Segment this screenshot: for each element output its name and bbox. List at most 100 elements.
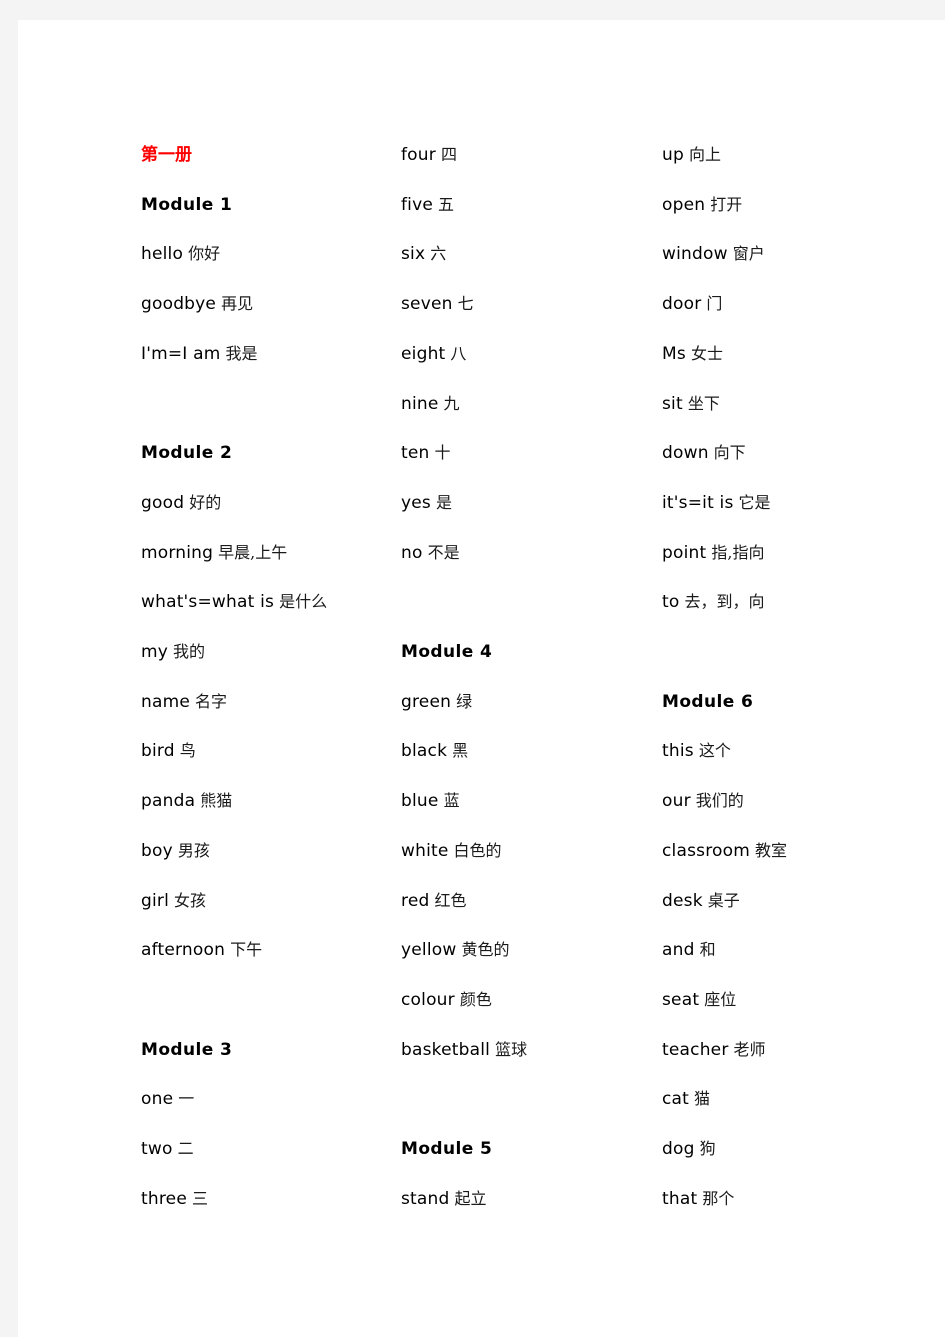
entry-english: that	[662, 1188, 698, 1209]
entry-english: seven	[401, 294, 453, 315]
entry-english: this	[662, 741, 694, 762]
document-title: 第一册	[141, 130, 391, 180]
vocabulary-entry: yes 是	[401, 478, 651, 528]
vocabulary-entry: three 三	[141, 1174, 391, 1224]
vocabulary-entry: two 二	[141, 1124, 391, 1174]
vocabulary-entry: ten 十	[401, 428, 651, 478]
entry-english: good	[141, 492, 185, 513]
entry-chinese: 一	[178, 1089, 195, 1109]
vocabulary-entry: it's=it is 它是	[662, 478, 912, 528]
entry-chinese: 是什么	[279, 592, 328, 612]
vocabulary-entry: goodbye 再见	[141, 279, 391, 329]
entry-chinese: 颜色	[459, 989, 492, 1009]
vocabulary-entry: basketball 篮球	[401, 1025, 651, 1075]
entry-chinese: 男孩	[177, 840, 210, 860]
entry-chinese: 黄色的	[461, 940, 510, 960]
entry-english: no	[401, 542, 423, 563]
entry-english: yes	[401, 492, 431, 513]
entry-chinese: 鸟	[179, 741, 196, 761]
entry-chinese: 二	[177, 1139, 194, 1158]
entry-english: ten	[401, 443, 430, 464]
entry-english: to	[662, 592, 680, 613]
entry-chinese: 好的	[189, 492, 222, 512]
entry-chinese: 蓝	[443, 791, 460, 811]
module-heading-text: Module 5	[401, 1139, 493, 1159]
vocabulary-entry: I'm=I am 我是	[141, 329, 391, 379]
entry-chinese: 早晨,上午	[218, 542, 288, 562]
entry-chinese: 老师	[733, 1039, 766, 1059]
module-heading: Module 4	[401, 627, 651, 677]
entry-chinese: 三	[191, 1188, 208, 1208]
vocabulary-entry: cat 猫	[662, 1074, 912, 1124]
entry-english: dog	[662, 1139, 695, 1159]
entry-english: afternoon	[141, 940, 226, 961]
entry-chinese: 熊猫	[200, 791, 233, 811]
vocabulary-entry: yellow 黄色的	[401, 925, 651, 975]
vocabulary-entry: green 绿	[401, 677, 651, 727]
entry-chinese: 向下	[713, 443, 746, 463]
vocabulary-entry: Ms 女士	[662, 329, 912, 379]
entry-chinese: 门	[706, 294, 723, 314]
entry-english: bird	[141, 741, 175, 762]
module-heading-text: Module 1	[141, 194, 233, 215]
vocabulary-entry: dog 狗	[662, 1124, 912, 1174]
vocabulary-entry: classroom 教室	[662, 826, 912, 876]
module-heading: Module 3	[141, 1025, 391, 1075]
entry-english: goodbye	[141, 294, 217, 315]
entry-chinese: 指,指向	[711, 542, 765, 562]
vocabulary-entry: window 窗户	[662, 229, 912, 279]
entry-chinese: 去，到，向	[684, 592, 765, 612]
entry-chinese: 不是	[427, 542, 460, 562]
entry-chinese: 我是	[225, 343, 258, 363]
vocabulary-entry: blue 蓝	[401, 776, 651, 826]
entry-english: three	[141, 1188, 187, 1209]
entry-chinese: 窗户	[732, 244, 765, 264]
vocabulary-entry: bird 鸟	[141, 726, 391, 776]
entry-chinese: 名字	[195, 691, 228, 711]
entry-chinese: 是	[435, 492, 452, 512]
entry-english: two	[141, 1139, 173, 1159]
vocabulary-entry: colour 颜色	[401, 975, 651, 1025]
vocabulary-entry: door 门	[662, 279, 912, 329]
vocabulary-entry: and 和	[662, 925, 912, 975]
entry-chinese: 篮球	[495, 1039, 528, 1059]
vocabulary-entry: to 去，到，向	[662, 577, 912, 627]
entry-english: five	[401, 194, 434, 215]
vocabulary-entry: teacher 老师	[662, 1025, 912, 1075]
entry-chinese: 起立	[454, 1188, 487, 1208]
entry-chinese: 五	[438, 194, 455, 214]
entry-english: black	[401, 741, 448, 762]
entry-english: classroom	[662, 840, 750, 861]
vocabulary-entry: desk 桌子	[662, 876, 912, 926]
entry-chinese: 四	[440, 145, 457, 164]
vocabulary-entry: morning 早晨,上午	[141, 528, 391, 578]
vocabulary-entry: one 一	[141, 1074, 391, 1124]
entry-english: red	[401, 890, 430, 911]
vocabulary-entry: name 名字	[141, 677, 391, 727]
entry-chinese: 和	[699, 940, 716, 960]
entry-english: basketball	[401, 1039, 491, 1060]
entry-chinese: 猫	[694, 1089, 711, 1109]
entry-chinese: 我们的	[695, 791, 744, 811]
entry-english: one	[141, 1089, 174, 1110]
vocabulary-entry: this 这个	[662, 726, 912, 776]
entry-chinese: 白色的	[453, 840, 502, 860]
entry-english: boy	[141, 840, 173, 861]
entry-english: blue	[401, 791, 439, 812]
vocabulary-entry: my 我的	[141, 627, 391, 677]
vocabulary-entry: girl 女孩	[141, 876, 391, 926]
entry-chinese: 红色	[434, 890, 467, 910]
entry-chinese: 坐下	[687, 393, 720, 413]
vocabulary-entry: black 黑	[401, 726, 651, 776]
entry-chinese: 九	[443, 393, 460, 413]
module-heading: Module 6	[662, 677, 912, 727]
entry-english: desk	[662, 890, 703, 911]
entry-chinese: 我的	[173, 642, 206, 661]
entry-english: our	[662, 791, 691, 812]
vocabulary-entry: up 向上	[662, 130, 912, 180]
entry-chinese: 座位	[704, 989, 737, 1009]
vocabulary-entry: what's=what is 是什么	[141, 577, 391, 627]
entry-chinese: 七	[457, 294, 474, 314]
module-heading: Module 5	[401, 1124, 651, 1174]
vocabulary-entry: five 五	[401, 180, 651, 230]
